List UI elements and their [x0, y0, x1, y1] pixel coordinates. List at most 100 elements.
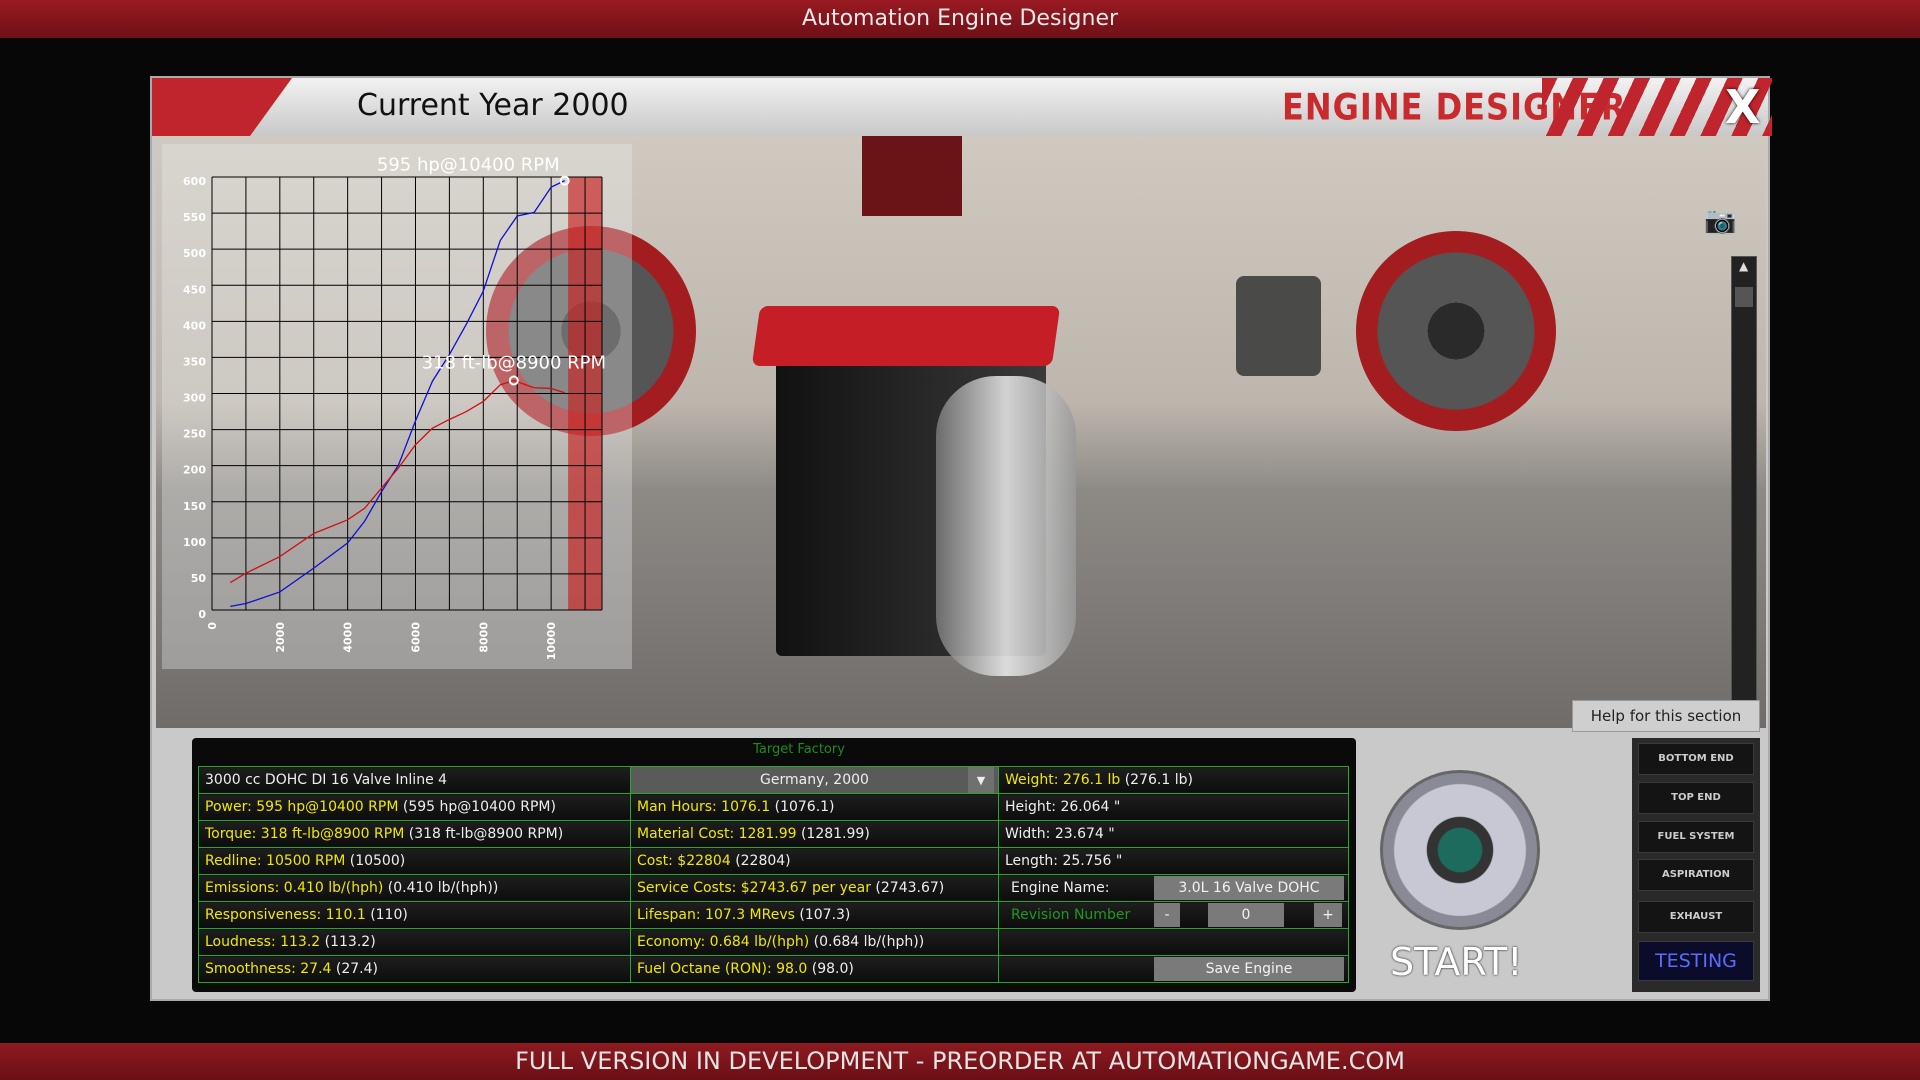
- smoothness-target: (27.4): [335, 961, 378, 977]
- y-tick-label: 300: [183, 392, 206, 405]
- y-tick-label: 400: [183, 319, 206, 332]
- loudness-target: (113.2): [324, 934, 376, 950]
- economy-stat: Economy: 0.684 lb/(hph): [637, 934, 810, 950]
- target-factory-label: Target Factory: [753, 742, 845, 757]
- engine-3d-viewport[interactable]: 0 50 100 150 200 250 300 350 400 450 500 550 600 0 200…: [156, 136, 1766, 728]
- power-target: (595 hp@10400 RPM): [402, 799, 556, 815]
- x-tick-label: 6000: [409, 622, 422, 653]
- preorder-text: FULL VERSION IN DEVELOPMENT - PREORDER A…: [515, 1047, 1405, 1075]
- y-tick-label: 350: [183, 355, 206, 368]
- lifespan-target: (107.3): [799, 907, 851, 923]
- smoothness-stat: Smoothness: 27.4: [205, 961, 332, 977]
- engine-name-label: Engine Name:: [1011, 880, 1110, 896]
- help-button[interactable]: Help for this section: [1572, 700, 1760, 732]
- y-tick-label: 600: [183, 175, 206, 188]
- material-cost-stat: Material Cost: 1281.99: [637, 826, 797, 842]
- camera-icon[interactable]: 📷: [1704, 206, 1736, 236]
- section-top-end[interactable]: TOP END: [1638, 782, 1754, 814]
- dyno-chart-svg: 0501001502002503003504004505005506000 200…: [183, 155, 607, 661]
- dyno-chart: 0 50 100 150 200 250 300 350 400 450 500 550 600 0 200…: [162, 144, 632, 669]
- width-stat: Width: 23.674 ": [998, 820, 1349, 848]
- start-button[interactable]: START!: [1372, 762, 1552, 992]
- section-exhaust[interactable]: EXHAUST: [1638, 901, 1754, 933]
- y-tick-label: 500: [183, 247, 206, 260]
- wall-poster: [862, 136, 962, 216]
- scrollbar-thumb[interactable]: [1735, 287, 1753, 307]
- panel-header: Current Year 2000 ENGINE DESIGNER X: [152, 78, 1772, 136]
- y-tick-label: 100: [183, 536, 206, 549]
- series-line-1: [229, 379, 565, 584]
- responsiveness-target: (110): [370, 907, 408, 923]
- window-title: Automation Engine Designer: [801, 6, 1119, 31]
- y-tick-label: 550: [183, 211, 206, 224]
- factory-value: Germany, 2000: [760, 772, 869, 788]
- emissions-stat: Emissions: 0.410 lb/(hph): [205, 880, 384, 896]
- torque-target: (318 ft-lb@8900 RPM): [408, 826, 564, 842]
- x-tick-label: 2000: [274, 622, 287, 653]
- dyno-fan-right: [1356, 231, 1556, 431]
- emissions-target: (0.410 lb/(hph)): [387, 880, 499, 896]
- viewport-scrollbar[interactable]: ▲ ▼: [1731, 256, 1757, 726]
- x-tick-label: 8000: [477, 622, 490, 653]
- height-stat: Height: 26.064 ": [998, 793, 1349, 821]
- exhaust-headers: [936, 376, 1076, 676]
- y-tick-label: 150: [183, 500, 206, 513]
- target-factory-dropdown[interactable]: Germany, 2000 ▼: [630, 766, 999, 794]
- length-stat: Length: 25.756 ": [998, 847, 1349, 875]
- cost-target: (22804): [735, 853, 791, 869]
- weight-target: (276.1 lb): [1124, 772, 1193, 788]
- section-fuel-system[interactable]: FUEL SYSTEM: [1638, 821, 1754, 853]
- peak-label-1: 318 ft-lb@8900 RPM: [422, 353, 607, 374]
- loudness-stat: Loudness: 113.2: [205, 934, 321, 950]
- preorder-banner[interactable]: FULL VERSION IN DEVELOPMENT - PREORDER A…: [0, 1043, 1920, 1080]
- y-tick-label: 200: [183, 464, 206, 477]
- weight-stat: Weight: 276.1 lb: [1005, 772, 1121, 788]
- responsiveness-stat: Responsiveness: 110.1: [205, 907, 366, 923]
- stats-table: 3000 cc DOHC DI 16 Valve Inline 4 German…: [198, 766, 1349, 983]
- engine-valve-cover: [751, 306, 1061, 366]
- y-tick-label: 250: [183, 428, 206, 441]
- engine-stats-panel: Target Factory 3000 cc DOHC DI 16 Valve …: [192, 738, 1356, 992]
- engine-description: 3000 cc DOHC DI 16 Valve Inline 4: [198, 766, 631, 794]
- redline-target: (10500): [349, 853, 406, 869]
- start-dial-icon: [1380, 770, 1540, 930]
- close-button[interactable]: X: [1725, 80, 1760, 134]
- revision-number-field[interactable]: 0: [1208, 903, 1284, 927]
- section-nav: BOTTOM END TOP END FUEL SYSTEM ASPIRATIO…: [1632, 738, 1760, 992]
- material-cost-target: (1281.99): [800, 826, 870, 842]
- save-engine-button[interactable]: Save Engine: [1154, 957, 1344, 981]
- man-hours-stat: Man Hours: 1076.1: [637, 799, 771, 815]
- engine-name-input[interactable]: 3.0L 16 Valve DOHC: [1154, 876, 1344, 900]
- barrel: [1236, 276, 1321, 376]
- section-testing[interactable]: TESTING: [1638, 941, 1754, 981]
- service-cost-target: (2743.67): [875, 880, 945, 896]
- y-tick-label: 0: [198, 608, 206, 621]
- x-tick-label: 10000: [545, 622, 558, 661]
- economy-target: (0.684 lb/(hph)): [813, 934, 925, 950]
- power-stat: Power: 595 hp@10400 RPM: [205, 799, 399, 815]
- start-label: START!: [1390, 940, 1523, 984]
- revision-increment-button[interactable]: +: [1314, 903, 1342, 927]
- header-accent: [152, 78, 292, 136]
- torque-stat: Torque: 318 ft-lb@8900 RPM: [205, 826, 405, 842]
- section-aspiration[interactable]: ASPIRATION: [1638, 859, 1754, 891]
- redline-stat: Redline: 10500 RPM: [205, 853, 346, 869]
- peak-marker-0: [559, 175, 570, 186]
- scroll-up-icon[interactable]: ▲: [1739, 259, 1748, 273]
- revision-decrement-button[interactable]: -: [1154, 903, 1180, 927]
- y-tick-label: 450: [183, 283, 206, 296]
- man-hours-target: (1076.1): [774, 799, 835, 815]
- service-cost-stat: Service Costs: $2743.67 per year: [637, 880, 871, 896]
- section-bottom-end[interactable]: BOTTOM END: [1638, 743, 1754, 775]
- peak-label-0: 595 hp@10400 RPM: [377, 155, 560, 176]
- x-tick-label: 0: [206, 622, 219, 630]
- revision-label: Revision Number: [1011, 907, 1131, 923]
- fuel-octane-stat: Fuel Octane (RON): 98.0: [637, 961, 808, 977]
- x-tick-label: 4000: [342, 622, 355, 653]
- y-tick-label: 50: [191, 572, 207, 585]
- cost-stat: Cost: $22804: [637, 853, 731, 869]
- current-year: Current Year 2000: [357, 88, 629, 123]
- chevron-down-icon[interactable]: ▼: [968, 767, 994, 793]
- window-title-bar: Automation Engine Designer: [0, 0, 1920, 38]
- fuel-octane-target: (98.0): [811, 961, 854, 977]
